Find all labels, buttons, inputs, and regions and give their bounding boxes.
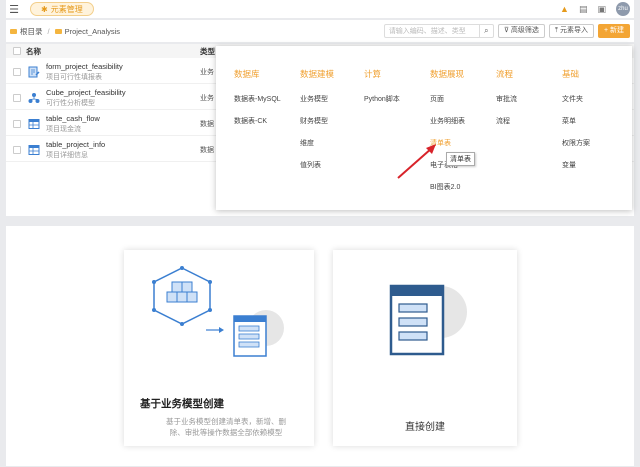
menu-heading-data-modeling: 数据建模	[300, 69, 335, 79]
menu-item-approval-flow[interactable]: 审批流	[496, 94, 517, 104]
document-icon[interactable]: ▤	[579, 4, 588, 15]
new-element-menu: 数据库 数据表-MySQL 数据表-CK 数据建模 业务模型 财务模型 维度 值…	[216, 46, 632, 210]
card-create-from-model[interactable]: 基于业务模型创建 基于业务模型创建清单表，新增、删 除、审批等操作数据全部依赖模…	[124, 250, 314, 446]
avatar[interactable]: zhu	[616, 2, 630, 16]
star-icon: ✱	[41, 4, 48, 14]
toolbar: 根目录 / Project_Analysis 请输入编码、描述、类型 ⌕ ⊽ 高…	[6, 20, 634, 42]
menu-heading-workflow: 流程	[496, 69, 514, 79]
red-arrow-annotation	[397, 144, 436, 179]
search-input[interactable]: 请输入编码、描述、类型 ⌕	[383, 24, 494, 38]
breadcrumb-separator: /	[47, 26, 50, 36]
menu-item-variable[interactable]: 变量	[562, 160, 576, 170]
menu-item-mysql-table[interactable]: 数据表-MySQL	[234, 94, 281, 104]
menu-item-python-script[interactable]: Python脚本	[364, 94, 400, 104]
filter-icon: ⊽	[503, 27, 509, 34]
menu-item-folder[interactable]: 文件夹	[562, 94, 583, 104]
window-icon[interactable]: ▣	[597, 4, 606, 15]
card-create-directly[interactable]: 直接创建	[333, 250, 517, 446]
row-checkbox[interactable]	[13, 146, 21, 154]
menu-item-ck-table[interactable]: 数据表-CK	[234, 116, 267, 126]
select-all-checkbox[interactable]	[13, 47, 21, 55]
tooltip: 清单表	[446, 152, 475, 166]
row-checkbox[interactable]	[13, 94, 21, 102]
spreadsheet-illustration-icon	[389, 284, 467, 356]
menu-item-business-model[interactable]: 业务模型	[300, 94, 328, 104]
search-icon[interactable]: ⌕	[478, 25, 493, 37]
menu-item-menu[interactable]: 菜单	[562, 116, 576, 126]
form-icon	[28, 66, 40, 78]
menu-item-finance-model[interactable]: 财务模型	[300, 116, 328, 126]
app-tab-element-management[interactable]: ✱ 元素管理	[30, 2, 94, 16]
menu-heading-database: 数据库	[234, 69, 260, 79]
card-title: 直接创建	[405, 422, 445, 433]
card-description: 基于业务模型创建清单表，新增、删 除、审批等操作数据全部依赖模型	[166, 417, 286, 437]
advanced-filter-button[interactable]: ⊽ 高级筛选	[497, 24, 545, 38]
breadcrumb-root[interactable]: 根目录	[20, 26, 43, 37]
row-checkbox[interactable]	[13, 120, 21, 128]
model-to-table-illustration-icon	[152, 266, 284, 357]
create-method-section: 基于业务模型创建 基于业务模型创建清单表，新增、删 除、审批等操作数据全部依赖模…	[6, 226, 634, 466]
column-type: 类型	[200, 46, 215, 56]
menu-item-dimension[interactable]: 维度	[300, 138, 314, 148]
table-icon	[28, 119, 40, 129]
row-checkbox[interactable]	[13, 68, 21, 76]
menu-item-business-detail-table[interactable]: 业务明细表	[430, 116, 465, 126]
breadcrumb: 根目录 / Project_Analysis	[10, 26, 120, 37]
menu-heading-data-display: 数据展现	[430, 69, 465, 79]
import-button[interactable]: ⤒ 元素导入	[548, 24, 594, 38]
column-name: 名称	[26, 46, 41, 56]
folder-icon	[10, 28, 17, 34]
table-icon	[28, 145, 40, 155]
menu-item-page[interactable]: 页面	[430, 94, 444, 104]
new-button[interactable]: + 新建	[597, 24, 630, 38]
card-title: 基于业务模型创建	[140, 398, 224, 410]
cube-model-icon	[28, 93, 40, 103]
hamburger-menu-icon[interactable]: ☰	[6, 3, 22, 16]
menu-item-process[interactable]: 流程	[496, 116, 510, 126]
folder-icon	[54, 28, 62, 34]
menu-heading-compute: 计算	[364, 69, 382, 79]
menu-item-permission-scheme[interactable]: 权限方案	[562, 138, 590, 148]
breadcrumb-current[interactable]: Project_Analysis	[65, 27, 120, 36]
menu-heading-basic: 基础	[562, 69, 580, 79]
top-bar: ☰ ✱ 元素管理 ▲ ▤ ▣ zhu	[6, 0, 634, 18]
menu-item-value-list[interactable]: 值列表	[300, 160, 321, 170]
upload-icon: ⤒	[554, 27, 558, 34]
bell-icon[interactable]: ▲	[560, 4, 569, 14]
